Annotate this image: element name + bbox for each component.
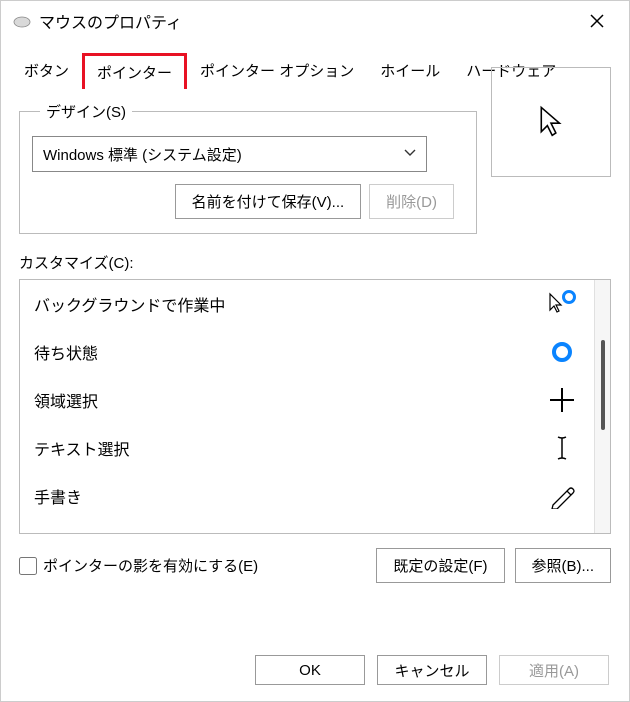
list-item-label: 手書き	[34, 484, 82, 508]
design-legend: デザイン(S)	[40, 101, 132, 122]
scheme-selected: Windows 標準 (システム設定)	[43, 144, 242, 165]
save-as-button[interactable]: 名前を付けて保存(V)...	[175, 184, 362, 219]
tab-wheel[interactable]: ホイール	[367, 53, 453, 89]
pointer-list: バックグラウンドで作業中 待ち状態 領域選択	[19, 279, 611, 534]
pointer-shadow-checkbox-wrap[interactable]: ポインターの影を有効にする(E)	[19, 555, 366, 576]
scrollbar[interactable]	[594, 280, 610, 533]
arrow-cursor-icon	[537, 105, 565, 139]
titlebar: マウスのプロパティ	[1, 1, 629, 41]
pointer-preview	[491, 67, 611, 177]
pointer-shadow-checkbox[interactable]	[19, 557, 37, 575]
browse-button[interactable]: 参照(B)...	[515, 548, 612, 583]
list-item-label: バックグラウンドで作業中	[34, 292, 225, 316]
chevron-down-icon	[404, 149, 416, 160]
apply-button: 適用(A)	[499, 655, 609, 685]
list-item[interactable]: テキスト選択	[20, 424, 594, 472]
dialog-title: マウスのプロパティ	[39, 9, 577, 33]
mouse-icon	[13, 15, 31, 27]
list-item-label: テキスト選択	[34, 436, 130, 460]
close-button[interactable]	[577, 5, 617, 37]
scheme-dropdown[interactable]: Windows 標準 (システム設定)	[32, 136, 427, 172]
arrow-busy-icon	[548, 290, 576, 318]
tab-pointer-options[interactable]: ポインター オプション	[187, 53, 367, 89]
scroll-thumb[interactable]	[601, 340, 605, 430]
list-item[interactable]: 手書き	[20, 472, 594, 520]
pointer-shadow-label: ポインターの影を有効にする(E)	[43, 555, 258, 576]
customize-label: カスタマイズ(C):	[19, 252, 611, 273]
list-item-label: 利用不可	[34, 532, 98, 533]
cancel-button[interactable]: キャンセル	[377, 655, 487, 685]
text-beam-icon	[548, 434, 576, 462]
tab-buttons[interactable]: ボタン	[11, 53, 82, 89]
list-item[interactable]: 利用不可	[20, 520, 594, 533]
tab-pointers[interactable]: ポインター	[82, 53, 187, 89]
list-item[interactable]: バックグラウンドで作業中	[20, 280, 594, 328]
list-item-label: 領域選択	[34, 388, 98, 412]
tab-panel-pointers: デザイン(S) Windows 標準 (システム設定) 名前を付けて保存(V).…	[1, 89, 629, 639]
delete-button: 削除(D)	[369, 184, 454, 219]
pen-icon	[548, 482, 576, 510]
close-icon	[590, 14, 604, 28]
design-fieldset: デザイン(S) Windows 標準 (システム設定) 名前を付けて保存(V).…	[19, 101, 477, 234]
dialog-footer: OK キャンセル 適用(A)	[1, 639, 629, 701]
busy-circle-icon	[548, 338, 576, 366]
mouse-properties-dialog: マウスのプロパティ ボタン ポインター ポインター オプション ホイール ハード…	[0, 0, 630, 702]
unavailable-icon	[548, 530, 576, 533]
use-default-button[interactable]: 既定の設定(F)	[376, 548, 504, 583]
precision-cross-icon	[548, 386, 576, 414]
list-item[interactable]: 待ち状態	[20, 328, 594, 376]
list-item-label: 待ち状態	[34, 340, 98, 364]
ok-button[interactable]: OK	[255, 655, 365, 685]
list-item[interactable]: 領域選択	[20, 376, 594, 424]
